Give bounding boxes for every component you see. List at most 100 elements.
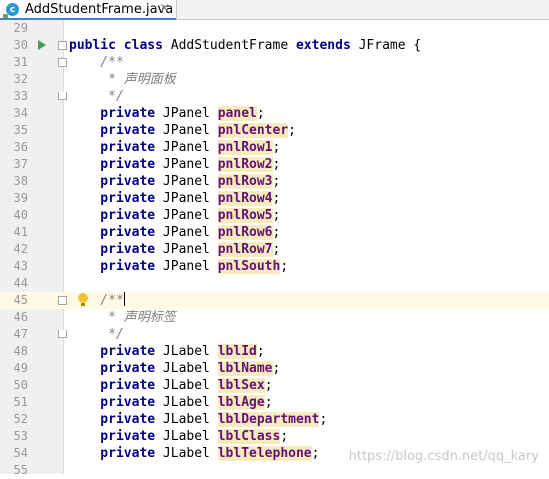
code-line[interactable]: 52 private JLabel lblDepartment; bbox=[0, 411, 549, 428]
code-text: private JLabel lblName; bbox=[69, 360, 280, 377]
field-name: lblTelephone bbox=[217, 446, 312, 461]
watermark: https://blog.csdn.net/qq_kary bbox=[348, 449, 539, 464]
code-token: JPanel bbox=[162, 123, 218, 138]
code-token: ; bbox=[272, 174, 281, 189]
code-token: JPanel bbox=[162, 259, 218, 274]
code-line[interactable]: 47 */ bbox=[0, 326, 549, 343]
comment: */ bbox=[69, 89, 124, 104]
code-line[interactable]: 44 bbox=[0, 275, 549, 292]
line-number: 34 bbox=[13, 106, 28, 120]
code-line[interactable]: 48 private JLabel lblId; bbox=[0, 343, 549, 360]
code-line[interactable]: 32 * 声明面板 bbox=[0, 71, 549, 88]
code-line[interactable]: 33 */ bbox=[0, 88, 549, 105]
field-name: pnlRow1 bbox=[217, 140, 273, 155]
fold-end-icon[interactable] bbox=[58, 92, 67, 100]
tab-filename: AddStudentFrame.java bbox=[25, 2, 174, 17]
code-token: JPanel bbox=[162, 157, 218, 172]
field-name: pnlRow3 bbox=[217, 174, 273, 189]
line-number: 46 bbox=[13, 310, 28, 324]
code-token: ; bbox=[288, 123, 296, 138]
field-name: lblSex bbox=[217, 378, 265, 393]
code-token: ; bbox=[256, 344, 265, 359]
code-text: private JPanel pnlRow6; bbox=[69, 224, 280, 241]
line-number: 43 bbox=[13, 259, 28, 273]
code-token: ; bbox=[311, 446, 320, 461]
code-text: private JLabel lblSex; bbox=[69, 377, 273, 394]
editor-tab-bar: c AddStudentFrame.java × bbox=[0, 0, 549, 20]
code-text: private JPanel pnlRow3; bbox=[69, 173, 280, 190]
field-name: pnlRow5 bbox=[217, 208, 273, 223]
comment: * 声明标签 bbox=[69, 310, 176, 325]
code-line[interactable]: 34 private JPanel panel; bbox=[0, 105, 549, 122]
fold-icon[interactable] bbox=[58, 41, 67, 50]
field-name: pnlRow4 bbox=[217, 191, 273, 206]
line-number: 32 bbox=[13, 72, 28, 86]
fold-icon[interactable] bbox=[58, 296, 67, 305]
code-text: private JPanel pnlRow7; bbox=[69, 241, 280, 258]
line-number: 54 bbox=[13, 446, 28, 460]
keyword: private bbox=[69, 208, 163, 223]
code-token: JLabel bbox=[162, 395, 218, 410]
code-text: private JLabel lblAge; bbox=[69, 394, 273, 411]
code-line[interactable]: 37 private JPanel pnlRow2; bbox=[0, 156, 549, 173]
field-name: pnlSouth bbox=[217, 259, 281, 274]
line-number: 49 bbox=[13, 361, 28, 375]
keyword: private bbox=[69, 412, 163, 427]
line-number: 52 bbox=[13, 412, 28, 426]
line-number: 44 bbox=[13, 276, 28, 290]
text-caret bbox=[123, 292, 125, 306]
code-token: ; bbox=[264, 378, 273, 393]
code-line[interactable]: 41 private JPanel pnlRow6; bbox=[0, 224, 549, 241]
code-line[interactable]: 49 private JLabel lblName; bbox=[0, 360, 549, 377]
line-number: 31 bbox=[13, 55, 28, 69]
comment: * 声明面板 bbox=[69, 72, 176, 87]
code-token: ; bbox=[280, 429, 289, 444]
code-line[interactable]: 39 private JPanel pnlRow4; bbox=[0, 190, 549, 207]
field-name: lblDepartment bbox=[217, 412, 320, 427]
code-line[interactable]: 53 private JLabel lblClass; bbox=[0, 428, 549, 445]
line-number: 30 bbox=[13, 38, 28, 52]
code-token: JLabel bbox=[162, 361, 218, 376]
close-icon[interactable]: × bbox=[159, 1, 170, 16]
code-text: private JPanel pnlRow2; bbox=[69, 156, 280, 173]
code-token: JPanel bbox=[162, 242, 218, 257]
code-line[interactable]: 42 private JPanel pnlRow7; bbox=[0, 241, 549, 258]
code-line[interactable]: 31 /** bbox=[0, 54, 549, 71]
comment: */ bbox=[69, 327, 124, 342]
field-name: lblName bbox=[217, 361, 273, 376]
java-class-icon: c bbox=[3, 3, 19, 19]
keyword: private bbox=[69, 259, 163, 274]
code-text: */ bbox=[69, 326, 124, 343]
code-line[interactable]: 51 private JLabel lblAge; bbox=[0, 394, 549, 411]
code-token: ; bbox=[272, 242, 281, 257]
line-number: 53 bbox=[13, 429, 28, 443]
code-token: JLabel bbox=[162, 446, 218, 461]
code-line[interactable]: 46 * 声明标签 bbox=[0, 309, 549, 326]
run-icon[interactable] bbox=[38, 40, 46, 50]
code-line[interactable]: 30 public class AddStudentFrame extends J… bbox=[0, 37, 549, 54]
keyword: private bbox=[69, 429, 163, 444]
editor-tab[interactable]: c AddStudentFrame.java × bbox=[0, 0, 177, 20]
code-line[interactable]: 35 private JPanel pnlCenter; bbox=[0, 122, 549, 139]
code-line[interactable]: 38 private JPanel pnlRow3; bbox=[0, 173, 549, 190]
code-line[interactable]: 45 /** bbox=[0, 292, 549, 309]
code-line[interactable]: 40 private JPanel pnlRow5; bbox=[0, 207, 549, 224]
keyword: private bbox=[69, 361, 163, 376]
keyword: private bbox=[69, 395, 163, 410]
code-token: ; bbox=[319, 412, 328, 427]
code-line[interactable]: 36 private JPanel pnlRow1; bbox=[0, 139, 549, 156]
code-line[interactable]: 43 private JPanel pnlSouth; bbox=[0, 258, 549, 275]
keyword: public class bbox=[69, 38, 171, 53]
code-line[interactable]: 55 bbox=[0, 462, 549, 479]
line-number: 55 bbox=[13, 463, 28, 477]
fold-icon[interactable] bbox=[58, 58, 67, 67]
line-number: 33 bbox=[13, 89, 28, 103]
code-text: private JPanel pnlCenter; bbox=[69, 122, 296, 139]
line-number: 36 bbox=[13, 140, 28, 154]
fold-end-icon[interactable] bbox=[58, 330, 67, 338]
code-text: */ bbox=[69, 88, 124, 105]
code-line[interactable]: 29 bbox=[0, 20, 549, 37]
code-line[interactable]: 50 private JLabel lblSex; bbox=[0, 377, 549, 394]
code-token: ; bbox=[280, 259, 289, 274]
line-number: 38 bbox=[13, 174, 28, 188]
